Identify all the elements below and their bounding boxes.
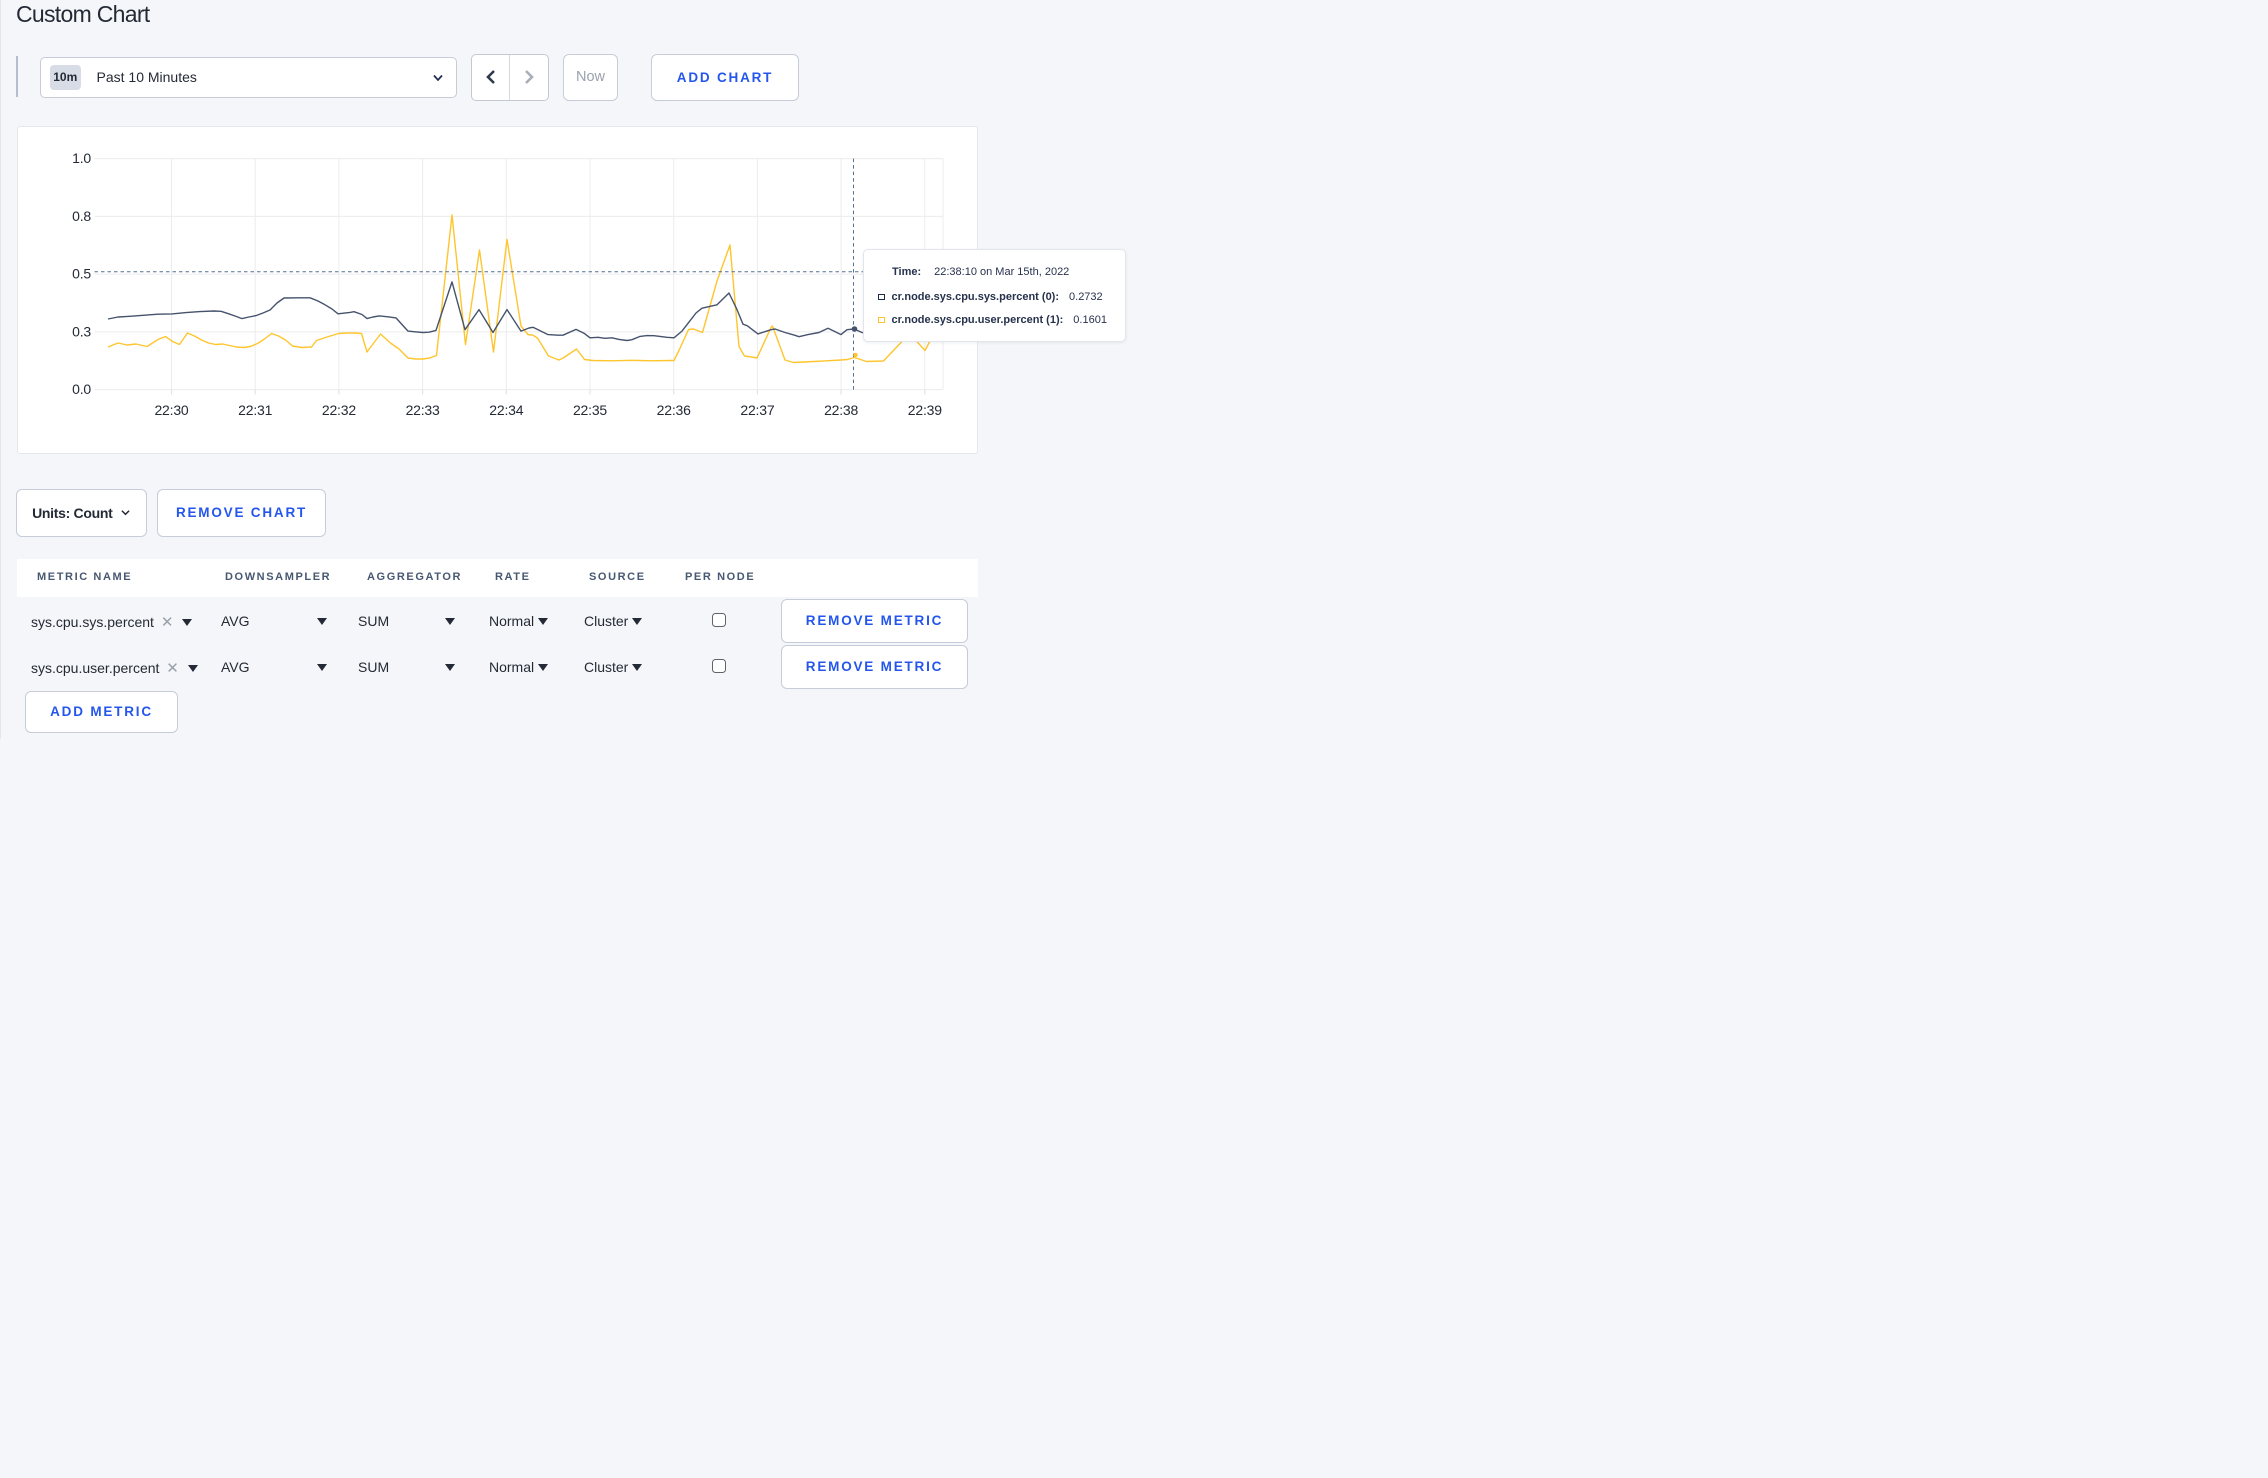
svg-text:22:34: 22:34: [489, 402, 523, 418]
svg-text:22:35: 22:35: [573, 402, 607, 418]
svg-text:0.8: 0.8: [72, 208, 91, 224]
svg-text:0.5: 0.5: [72, 266, 91, 282]
svg-text:22:37: 22:37: [740, 402, 774, 418]
svg-text:22:36: 22:36: [657, 402, 691, 418]
svg-text:22:39: 22:39: [908, 402, 942, 418]
svg-text:22:38: 22:38: [824, 402, 858, 418]
svg-text:22:30: 22:30: [154, 402, 188, 418]
svg-text:22:31: 22:31: [238, 402, 272, 418]
svg-text:22:32: 22:32: [322, 402, 356, 418]
svg-text:1.0: 1.0: [72, 150, 91, 166]
svg-text:0.3: 0.3: [72, 323, 91, 339]
svg-text:22:33: 22:33: [406, 402, 440, 418]
svg-text:0.0: 0.0: [72, 381, 91, 397]
